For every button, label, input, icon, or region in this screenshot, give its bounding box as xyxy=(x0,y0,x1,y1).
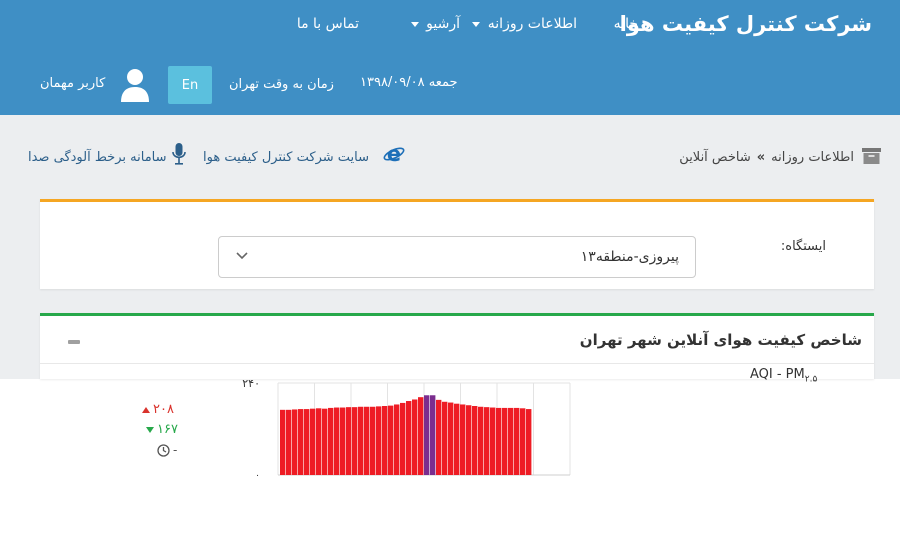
chart-bar xyxy=(280,409,286,475)
min-value-text: ۱۶۷ xyxy=(157,422,178,437)
nav-archive[interactable]: آرشیو xyxy=(410,16,460,32)
chart-bar xyxy=(310,408,316,475)
chart-bar xyxy=(406,401,412,475)
user-name[interactable]: کاربر مهمان xyxy=(40,76,105,91)
chart-bar xyxy=(430,395,436,475)
station-card: ایستگاه: پیروزی-منطقه۱۳ xyxy=(40,199,874,289)
chart-bar xyxy=(490,407,496,475)
y-tick-label: ۰ xyxy=(255,471,260,481)
chart-bar xyxy=(454,403,460,475)
chart-bar xyxy=(394,404,400,475)
max-value-text: ۲۰۸ xyxy=(153,402,174,417)
breadcrumb-separator: » xyxy=(756,150,766,165)
chart-bar xyxy=(436,399,442,475)
chart-bar xyxy=(292,409,298,475)
chart-bar xyxy=(286,409,292,475)
chart-bar xyxy=(472,406,478,475)
svg-text:e: e xyxy=(387,143,401,165)
chart-bar xyxy=(502,407,508,475)
chart-bar xyxy=(370,406,376,475)
caret-down-icon xyxy=(410,21,419,27)
chart-bar xyxy=(352,407,358,475)
chart-bar xyxy=(340,407,346,475)
chart-bar xyxy=(478,406,484,475)
language-button[interactable]: En xyxy=(168,66,212,104)
timezone-label: زمان به وقت تهران xyxy=(229,77,334,92)
archive-box-icon xyxy=(862,148,881,164)
air-quality-site-link[interactable]: سایت شرکت کنترل کیفیت هوا xyxy=(203,150,369,165)
nav-home[interactable]: خانه xyxy=(614,16,638,32)
arrow-down-icon xyxy=(146,426,154,433)
nav-archive-label: آرشیو xyxy=(426,16,460,32)
aqi-label-subscript: ۲.۵ xyxy=(804,374,818,385)
collapse-minus-icon[interactable] xyxy=(68,340,80,344)
user-icon[interactable] xyxy=(120,68,150,102)
clock-icon xyxy=(157,444,170,457)
chart-bar xyxy=(298,409,304,475)
chart-bar xyxy=(388,405,394,475)
nav-daily-label: اطلاعات روزانه xyxy=(487,16,577,32)
y-tick-label: ۲۴۰ xyxy=(242,377,260,390)
chart-bar xyxy=(520,408,526,475)
min-value: ۱۶۷ xyxy=(146,422,178,437)
chart-bar xyxy=(418,397,424,475)
chart-bar xyxy=(514,407,520,475)
update-time: - xyxy=(157,443,177,457)
chart-bar xyxy=(508,407,514,475)
brand-title[interactable]: شرکت کنترل کیفیت هوا xyxy=(620,12,872,36)
chart-bar xyxy=(364,406,370,475)
nav-contact[interactable]: تماس با ما xyxy=(297,16,359,32)
chart-bar xyxy=(304,409,310,475)
chevron-down-icon xyxy=(236,252,248,260)
nav-daily-info[interactable]: اطلاعات روزانه xyxy=(472,16,577,32)
caret-down-icon xyxy=(472,21,481,27)
breadcrumb-parent[interactable]: اطلاعات روزانه xyxy=(771,150,854,165)
chart-bar xyxy=(382,406,388,475)
station-label: ایستگاه: xyxy=(780,239,826,254)
chart-bar xyxy=(460,404,466,475)
chart-bar xyxy=(358,406,364,475)
chart-bar xyxy=(526,409,532,475)
station-select[interactable]: پیروزی-منطقه۱۳ xyxy=(218,236,696,278)
chart-bar xyxy=(322,408,328,475)
breadcrumb: اطلاعات روزانه » شاخص آنلاین xyxy=(679,150,854,165)
site-header: شرکت کنترل کیفیت هوا خانه اطلاعات روزانه… xyxy=(0,0,900,115)
chart-bar xyxy=(484,407,490,475)
panel-title: شاخص کیفیت هوای آنلاین شهر تهران xyxy=(579,331,862,349)
noise-pollution-link[interactable]: سامانه برخط آلودگی صدا xyxy=(28,150,167,165)
chart-bar xyxy=(346,407,352,475)
station-select-value: پیروزی-منطقه۱۳ xyxy=(580,249,679,265)
chart-bar xyxy=(328,407,334,475)
chart-bar xyxy=(400,402,406,475)
aqi-label-text: AQI - PM xyxy=(750,367,805,382)
arrow-up-icon xyxy=(142,406,150,413)
panel-divider xyxy=(40,363,874,364)
chart-bar xyxy=(424,395,430,475)
chart-bar xyxy=(412,399,418,475)
microphone-icon[interactable] xyxy=(172,143,186,165)
current-date: جمعه ۱۳۹۸/۰۹/۰۸ xyxy=(360,75,458,90)
max-value: ۲۰۸ xyxy=(142,402,174,417)
aqi-bar-chart: ۲۴۰ ۰ xyxy=(242,377,571,481)
chart-bar xyxy=(376,406,382,475)
chart-bar xyxy=(442,401,448,475)
breadcrumb-current: شاخص آنلاین xyxy=(679,150,751,165)
internet-explorer-icon[interactable]: e xyxy=(383,143,405,165)
chart-bar xyxy=(496,407,502,475)
update-time-text: - xyxy=(173,443,178,457)
chart-bar xyxy=(466,405,472,475)
chart-bar xyxy=(448,402,454,475)
chart-bar xyxy=(334,407,340,475)
aqi-indicator-label: AQI - PM۲.۵ xyxy=(750,367,817,385)
chart-bar xyxy=(316,408,322,475)
